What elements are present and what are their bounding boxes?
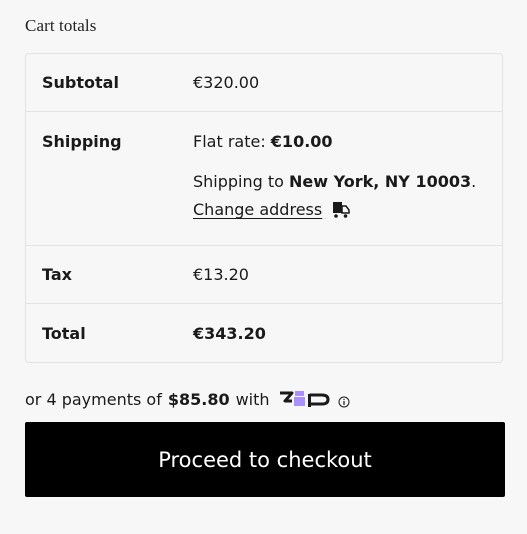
total-value: €343.20 — [193, 323, 266, 343]
truck-icon[interactable] — [332, 201, 350, 219]
shipping-row: Shipping Flat rate: €10.00 Shipping to N… — [26, 112, 502, 246]
change-address-line: Change address — [193, 200, 502, 219]
shipping-value: Flat rate: €10.00 Shipping to New York, … — [193, 112, 502, 245]
change-address-link[interactable]: Change address — [193, 200, 322, 219]
total-row: Total €343.20 — [26, 304, 502, 362]
installments-amount: $85.80 — [167, 389, 230, 409]
tax-value: €13.20 — [193, 265, 249, 284]
installments-prefix: or 4 payments of — [25, 389, 162, 409]
proceed-to-checkout-button[interactable]: Proceed to checkout — [25, 422, 505, 497]
shipping-location: New York, NY 10003 — [289, 172, 472, 191]
flat-rate-line: Flat rate: €10.00 — [193, 132, 502, 151]
installments-message: or 4 payments of $85.80 with — [25, 389, 350, 409]
cart-totals-heading: Cart totals — [25, 16, 97, 35]
shipping-to-prefix: Shipping to — [193, 172, 290, 191]
flat-rate-prefix: Flat rate: — [193, 132, 271, 151]
tax-row: Tax €13.20 — [26, 246, 502, 304]
tax-label: Tax — [42, 265, 72, 284]
flat-rate-amount: €10.00 — [270, 132, 333, 151]
subtotal-row: Subtotal €320.00 — [26, 54, 502, 112]
shipping-destination: Shipping to New York, NY 10003. — [193, 172, 502, 191]
zip-logo — [278, 389, 330, 409]
shipping-label: Shipping — [42, 132, 122, 151]
installments-suffix: with — [235, 389, 270, 409]
shipping-to-suffix: . — [471, 172, 477, 191]
total-label: Total — [42, 323, 86, 343]
cart-totals-table: Subtotal €320.00 Shipping Flat rate: €10… — [25, 53, 503, 363]
info-icon[interactable] — [338, 393, 350, 408]
subtotal-label: Subtotal — [42, 73, 119, 92]
subtotal-value: €320.00 — [193, 73, 260, 92]
